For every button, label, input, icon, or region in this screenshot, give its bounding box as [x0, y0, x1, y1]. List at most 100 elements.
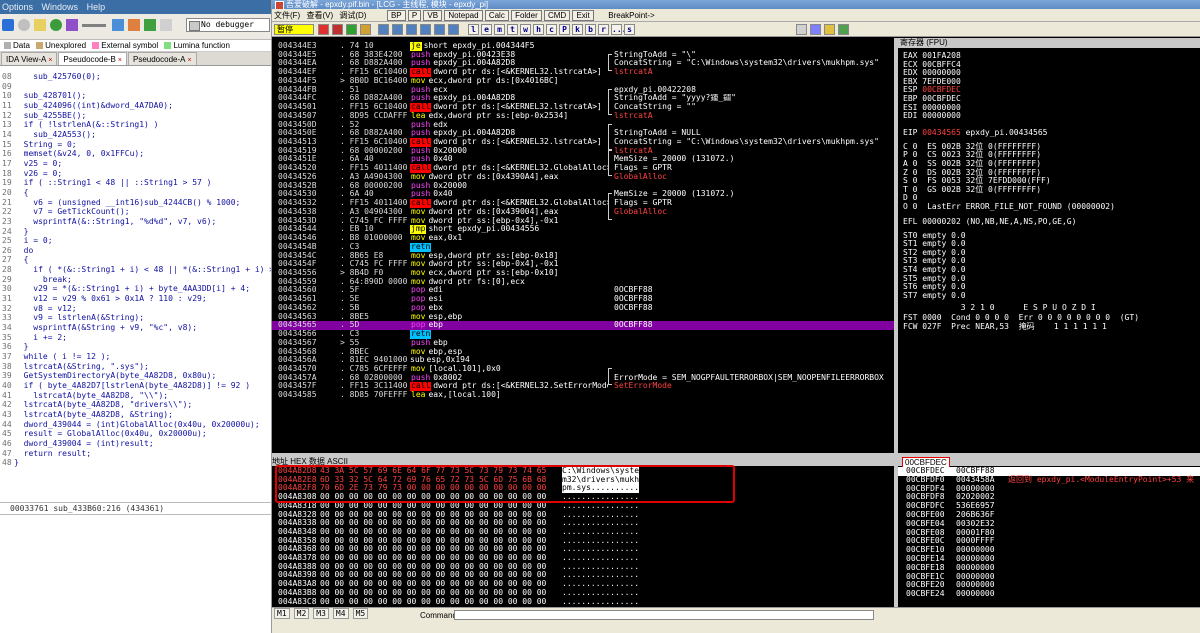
disasm-row[interactable]: 00434563. 8BE5 mov esp,ebp	[272, 312, 894, 322]
close-icon[interactable]: ×	[118, 57, 122, 64]
view-button-12[interactable]: s	[624, 24, 635, 35]
registers-pane[interactable]: 寄存器 (FPU) EAX 001FA208 ECX 00CBFFC4 EDX 00…	[898, 38, 1200, 453]
code-line[interactable]: 21 v6 = (unsigned __int16)sub_4244CB() %…	[2, 198, 271, 208]
script-icon[interactable]	[160, 19, 172, 31]
tab-ida-view-a[interactable]: IDA View-A ×	[1, 52, 58, 65]
step-over-icon[interactable]	[392, 24, 403, 35]
windows-icon[interactable]	[810, 24, 821, 35]
plugin-icon[interactable]	[838, 24, 849, 35]
code-line[interactable]: 31 v12 = v29 % 0x61 > 0x1A ? 110 : v29;	[2, 294, 271, 304]
folder-icon[interactable]	[34, 19, 46, 31]
view-button-10[interactable]: r	[598, 24, 609, 35]
vb-button[interactable]: VB	[423, 10, 443, 21]
trace-into-icon[interactable]	[406, 24, 417, 35]
disasm-row[interactable]: 00434570. C785 6CFEFFFF mov [local.101],0x…	[272, 364, 894, 374]
disasm-row[interactable]: 00434568. 8BEC mov ebp,esp	[272, 347, 894, 357]
disasm-row[interactable]: 0043453D. C745 FC FFFFFFFFmovdword ptr s…	[272, 216, 894, 226]
code-line[interactable]: 22 v7 = GetTickCount();	[2, 207, 271, 217]
command-input[interactable]	[454, 610, 874, 620]
code-line[interactable]: 38 lstrcatA(&String, ".sys");	[2, 362, 271, 372]
code-line[interactable]: 41 lstrcatA(byte_4A82D8, "\\");	[2, 391, 271, 401]
disasm-row[interactable]: 004344F5 > 8B0D BC164000 mov ecx,dword ptr …	[272, 76, 894, 86]
code-line[interactable]: 44 dword_439044 = (int)GlobalAlloc(0x40u…	[2, 420, 271, 430]
notepad-button[interactable]: Notepad	[444, 10, 483, 21]
folder-button[interactable]: Folder	[511, 10, 542, 21]
disasm-row[interactable]: 0043454F. C745 FC FFFFFFFFmovdword ptr s…	[272, 260, 894, 269]
flag-line[interactable]: O 0 LastErr ERROR_FILE_NOT_FOUND (000000…	[903, 202, 1115, 212]
menu-debug[interactable]: 调试(D)	[339, 9, 366, 21]
view-button-3[interactable]: t	[507, 24, 518, 35]
tab-pseudocode-b[interactable]: Pseudocode-B ×	[58, 52, 127, 65]
slider-icon[interactable]	[82, 24, 106, 27]
disasm-row[interactable]: 004344FB. 51 push ecx epxdy_pi.00422208	[272, 85, 894, 95]
code-line[interactable]: 15 String = 0;	[2, 140, 271, 150]
view-button-1[interactable]: e	[481, 24, 492, 35]
flag-line[interactable]: T 0 GS 002B 32位 0(FFFFFFFF)	[903, 185, 1041, 195]
code-line[interactable]: 13 if ( !lstrlenA(&::String1) )	[2, 120, 271, 130]
pseudocode-view[interactable]: 08 sub_425760(0); 09 10 sub_428701(); 11 su…	[0, 66, 271, 496]
menu-help[interactable]: Help	[87, 2, 106, 12]
code-line[interactable]: 45 result = GlobalAlloc(0x40u, 0x20000u)…	[2, 429, 271, 439]
tab-pseudocode-a[interactable]: Pseudocode-A ×	[127, 52, 197, 65]
disasm-row[interactable]: 0043450E. 68 D882A400 push epxdy_pi.004A82…	[272, 129, 894, 138]
disasm-row[interactable]: 00434538. A3 04904300 mov dword ptr ds:[0x…	[272, 207, 894, 217]
disasm-row[interactable]: 00434559. 64:890D 00000000movdword ptr f…	[272, 277, 894, 287]
code-line[interactable]: 33 v9 = lstrlenA(&String);	[2, 313, 271, 323]
close-icon[interactable]	[332, 24, 343, 35]
disasm-row[interactable]: 0043457F. FF15 3C114000 call dword ptr ds:…	[272, 382, 894, 392]
view-button-6[interactable]: c	[546, 24, 557, 35]
code-line[interactable]: 09	[2, 82, 271, 92]
close-icon[interactable]: ×	[48, 57, 52, 64]
disasm-row[interactable]: 00434561. 5E pop esi 0OCBFF88	[272, 294, 894, 304]
code-line[interactable]: 48}	[2, 458, 271, 468]
code-line[interactable]: 24 }	[2, 227, 271, 237]
play-icon[interactable]	[2, 19, 14, 31]
memory-tab-5[interactable]: M5	[352, 608, 369, 619]
gear-icon[interactable]	[18, 19, 30, 31]
view-button-8[interactable]: k	[572, 24, 583, 35]
code-line[interactable]: 43 lstrcatA(byte_4A82D8, &String);	[2, 410, 271, 420]
code-line[interactable]: 23 wsprintfA(&::String1, "%d%d", v7, v6)…	[2, 217, 271, 227]
calc-button[interactable]: Calc	[484, 10, 509, 21]
menu-options[interactable]: Options	[2, 2, 33, 12]
options-icon[interactable]	[796, 24, 807, 35]
restart-icon[interactable]	[318, 24, 329, 35]
cmd-button[interactable]: CMD	[543, 10, 571, 21]
memory-tab-1[interactable]: M1	[274, 608, 290, 619]
memory-tab-2[interactable]: M2	[293, 608, 310, 619]
disasm-row[interactable]: 00434560. 5F pop edi 0OCBFF88	[272, 286, 894, 295]
code-line[interactable]: 29 break;	[2, 275, 271, 285]
disasm-row[interactable]: 00434530. 6A 40 push 0x40 MemSize = 20000 (…	[272, 190, 894, 199]
disasm-row[interactable]: 0043457A. 68 02800000 push 0x8002 ErrorMode…	[272, 373, 894, 383]
chart-icon[interactable]	[128, 19, 140, 31]
disasm-row[interactable]: 00434567 > 55 push ebp	[272, 338, 894, 348]
bp-button[interactable]: BP	[386, 10, 406, 21]
code-line[interactable]: 39 GetSystemDirectoryA(byte_4A82D8, 0x80…	[2, 371, 271, 381]
disasm-row[interactable]: 0043454C. 8B65 E8 mov esp,dword ptr ss:[eb…	[272, 251, 894, 261]
view-button-5[interactable]: h	[533, 24, 544, 35]
disasm-row[interactable]: 004344EF. FF15 6C104000 call dword ptr ds:…	[272, 67, 894, 77]
disasm-row[interactable]: 00434520. FF15 40114000 call dword ptr ds:…	[272, 163, 894, 173]
disasm-row[interactable]: 00434544. EB 10 jmp short epxdy_pi.0043455…	[272, 225, 894, 235]
code-line[interactable]: 30 v29 = *(&::String1 + i) + byte_4AA3DD…	[2, 284, 271, 294]
code-line[interactable]: 20 {	[2, 188, 271, 198]
pause-icon[interactable]	[360, 24, 371, 35]
code-line[interactable]: 08 sub_425760(0);	[2, 72, 271, 82]
code-line[interactable]: 46 dword_439004 = (int)result;	[2, 439, 271, 449]
graph-icon[interactable]	[112, 19, 124, 31]
disasm-row[interactable]: 00434562. 5B pop ebx 0OCBFF88	[272, 303, 894, 313]
memory-tab-4[interactable]: M4	[332, 608, 349, 619]
code-line[interactable]: 19 if ( ::String1 < 48 || ::String1 > 57…	[2, 178, 271, 188]
goto-icon[interactable]	[448, 24, 459, 35]
code-line[interactable]: 40 if ( byte_4A82D7[lstrlenA(byte_4A82D8…	[2, 381, 271, 391]
code-line[interactable]: 42 lstrcatA(byte_4A82D8, "drivers\\");	[2, 400, 271, 410]
disasm-row[interactable]: 00434566. C3 retn	[272, 329, 894, 339]
disasm-row[interactable]: 00434546. B8 01000000 mov eax,0x1	[272, 233, 894, 243]
run-icon[interactable]	[50, 19, 62, 31]
disasm-row[interactable]: 0043456A. 81EC 94010000 sub esp,0x194	[272, 356, 894, 365]
grid-icon[interactable]	[144, 19, 156, 31]
menu-file[interactable]: 文件(F)	[274, 9, 300, 21]
code-line[interactable]: 11 sub_424096((int)&dword_4A7DA0);	[2, 101, 271, 111]
disasm-row[interactable]: 00434565. 5D pop ebp 0OCBFF88	[272, 321, 894, 331]
view-button-9[interactable]: b	[585, 24, 596, 35]
